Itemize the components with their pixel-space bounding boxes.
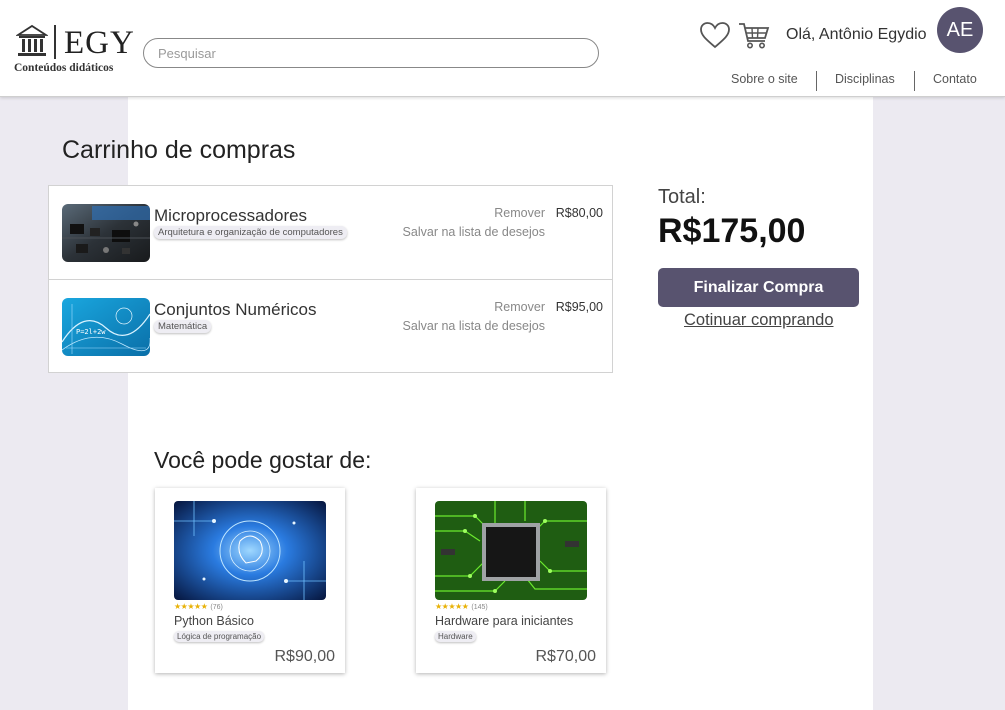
cart-list: Microprocessadores Arquitetura e organiz… — [48, 185, 613, 373]
product-name: Hardware para iniciantes — [435, 614, 574, 628]
avatar[interactable]: AE — [937, 7, 983, 53]
remove-button[interactable]: Remover — [494, 206, 545, 220]
cart-item-price: R$80,00 — [555, 206, 603, 220]
continue-shopping-link[interactable]: Cotinuar comprando — [684, 311, 834, 330]
nav-link-disciplinas[interactable]: Disciplinas — [835, 72, 895, 86]
avatar-initials: AE — [946, 18, 974, 41]
cart-item: Microprocessadores Arquitetura e organiz… — [49, 186, 612, 279]
save-to-wishlist-button[interactable]: Salvar na lista de desejos — [403, 225, 545, 239]
cart-item-price: R$95,00 — [555, 300, 603, 314]
cart-item-name[interactable]: Microprocessadores — [154, 206, 307, 226]
site-logo[interactable]: EGY Conteúdos didáticos — [14, 22, 134, 78]
cart-title: Carrinho de compras — [62, 136, 296, 164]
remove-button[interactable]: Remover — [494, 300, 545, 314]
building-logo-icon — [16, 24, 48, 56]
product-card[interactable]: ★★★★★ (145) Hardware para iniciantes Hard… — [416, 488, 606, 673]
product-card[interactable]: ★★★★★ (76) Python Básico Lógica de progra… — [155, 488, 345, 673]
checkout-button[interactable]: Finalizar Compra — [658, 268, 859, 307]
review-count: (145) — [471, 604, 488, 611]
cart-icon[interactable] — [737, 20, 771, 50]
suggestions-title: Você pode gostar de: — [154, 447, 372, 473]
hardware-course-image — [435, 501, 587, 600]
save-to-wishlist-button[interactable]: Salvar na lista de desejos — [403, 319, 545, 333]
user-greeting: Olá, Antônio Egydio — [786, 26, 927, 43]
star-icons: ★★★★★ — [174, 602, 208, 611]
cart-item-name[interactable]: Conjuntos Numéricos — [154, 300, 317, 320]
star-icons: ★★★★★ — [435, 602, 469, 611]
nav-link-contato[interactable]: Contato — [933, 72, 977, 86]
total-value: R$175,00 — [658, 212, 806, 250]
svg-text:P=2l+2w: P=2l+2w — [76, 328, 106, 336]
product-tag[interactable]: Lógica de programação — [174, 631, 265, 642]
logo-text: EGY — [64, 25, 135, 61]
math-thumbnail[interactable]: P=2l+2w — [62, 298, 150, 356]
nav-divider — [816, 71, 817, 91]
heart-icon[interactable] — [698, 20, 732, 50]
nav-link-sobre[interactable]: Sobre o site — [731, 72, 798, 86]
microprocessor-thumbnail[interactable] — [62, 204, 150, 262]
python-course-image — [174, 501, 326, 600]
search-input[interactable] — [143, 38, 599, 68]
product-price: R$70,00 — [535, 648, 597, 665]
product-tag[interactable]: Hardware — [435, 631, 476, 642]
logo-divider — [54, 25, 56, 59]
cart-item-tag[interactable]: Arquitetura e organização de computadore… — [154, 226, 347, 239]
logo-subtitle: Conteúdos didáticos — [14, 62, 114, 74]
rating-stars: ★★★★★ (145) — [435, 602, 488, 611]
header: EGY Conteúdos didáticos Olá, Antônio Egy… — [0, 0, 1005, 97]
total-label: Total: — [658, 186, 706, 208]
cart-item: P=2l+2w Conjuntos Numéricos Matemática R… — [49, 279, 612, 372]
rating-stars: ★★★★★ (76) — [174, 602, 223, 611]
product-name: Python Básico — [174, 614, 254, 628]
nav-divider — [914, 71, 915, 91]
review-count: (76) — [210, 604, 223, 611]
product-price: R$90,00 — [274, 648, 336, 665]
cart-item-tag[interactable]: Matemática — [154, 320, 212, 333]
